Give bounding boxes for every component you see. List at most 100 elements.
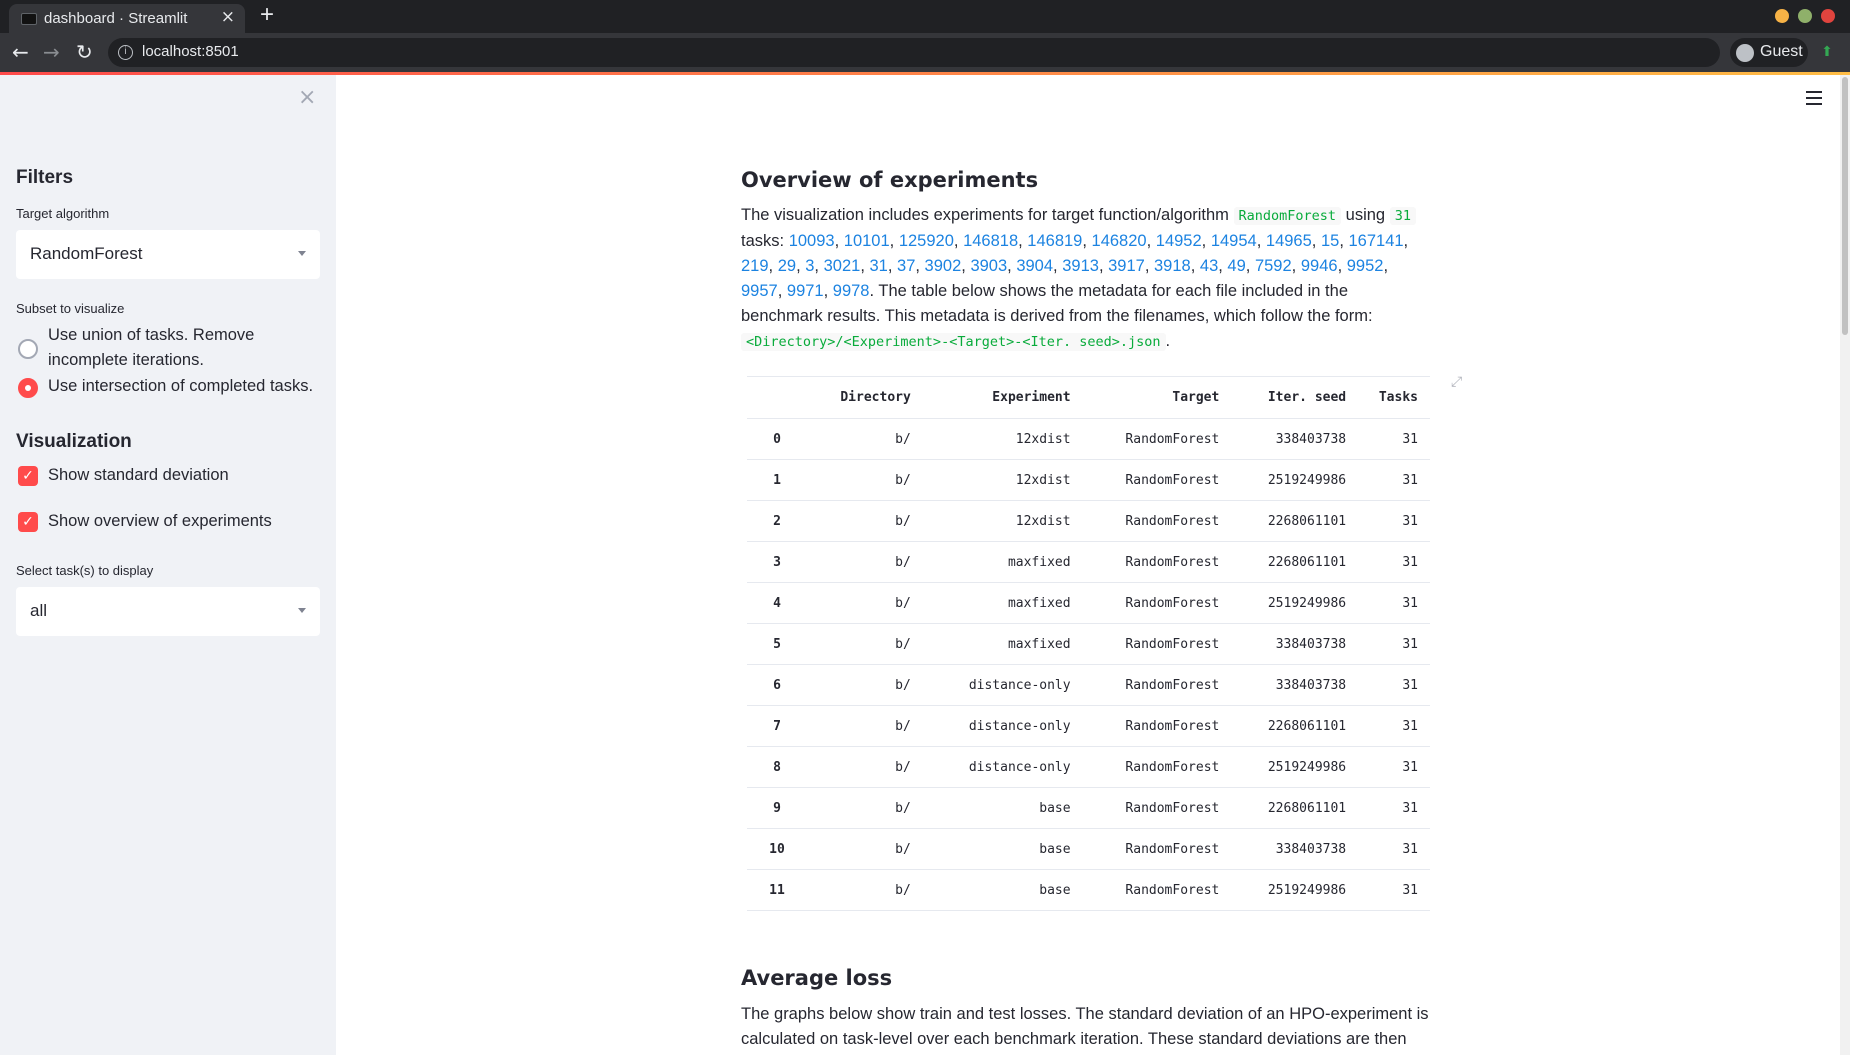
site-info-icon[interactable]: i xyxy=(118,45,133,60)
task-link[interactable]: 10093 xyxy=(789,232,835,250)
task-link[interactable]: 29 xyxy=(778,257,796,275)
radio-intersection-tasks[interactable] xyxy=(18,378,38,398)
maximize-window-button[interactable] xyxy=(1798,9,1812,23)
extension-update-icon[interactable]: ⬆ xyxy=(1818,43,1836,61)
task-link[interactable]: 37 xyxy=(897,257,915,275)
tasks-select[interactable]: all xyxy=(16,587,320,636)
task-link[interactable]: 9952 xyxy=(1347,257,1384,275)
table-cell: 338403738 xyxy=(1231,418,1359,460)
table-cell: b/ xyxy=(807,500,923,542)
table-cell: 31 xyxy=(1358,705,1430,747)
task-link[interactable]: 3903 xyxy=(970,257,1007,275)
browser-tab[interactable]: dashboard · Streamlit × xyxy=(9,4,245,33)
radio-union-tasks[interactable] xyxy=(18,339,38,359)
show-overview-label[interactable]: Show overview of experiments xyxy=(48,509,272,534)
task-link[interactable]: 125920 xyxy=(899,232,954,250)
table-cell: RandomForest xyxy=(1082,746,1232,788)
task-link[interactable]: 9978 xyxy=(833,282,870,300)
task-link[interactable]: 146819 xyxy=(1027,232,1082,250)
fullscreen-icon[interactable]: ⤢ xyxy=(1451,374,1467,390)
url-text[interactable]: localhost:8501 xyxy=(142,43,239,60)
new-tab-button[interactable]: + xyxy=(260,1,274,29)
table-cell: maxfixed xyxy=(922,541,1083,583)
table-cell: RandomForest xyxy=(1082,459,1232,501)
browser-tab-bar: dashboard · Streamlit × + xyxy=(0,0,1850,33)
task-link[interactable]: 3021 xyxy=(824,257,861,275)
table-cell: RandomForest xyxy=(1082,418,1232,460)
task-link[interactable]: 15 xyxy=(1321,232,1339,250)
intro-text: The visualization includes experiments f… xyxy=(741,206,1229,224)
task-link[interactable]: 9971 xyxy=(787,282,824,300)
column-header[interactable]: Target xyxy=(1082,376,1232,419)
radio-intersection-tasks-label[interactable]: Use intersection of completed tasks. xyxy=(48,374,328,399)
task-link[interactable]: 7592 xyxy=(1255,257,1292,275)
tab-close-icon[interactable]: × xyxy=(221,7,235,27)
task-link[interactable]: 219 xyxy=(741,257,769,275)
column-header[interactable]: Experiment xyxy=(922,376,1083,419)
table-row: 4 b/maxfixed RandomForest 2519249986 31 xyxy=(747,582,1430,624)
browser-toolbar: ← → ↻ i localhost:8501 Guest ⬆ xyxy=(0,33,1850,72)
row-index: 9 xyxy=(747,787,807,829)
close-window-button[interactable] xyxy=(1821,9,1835,23)
profile-button[interactable]: Guest xyxy=(1730,38,1808,67)
address-bar[interactable]: i localhost:8501 xyxy=(108,38,1720,67)
main-menu-icon[interactable] xyxy=(1806,91,1822,105)
task-link[interactable]: 49 xyxy=(1227,257,1245,275)
show-std-label[interactable]: Show standard deviation xyxy=(48,463,229,488)
back-arrow-icon[interactable]: ← xyxy=(12,40,29,64)
table-cell: maxfixed xyxy=(922,582,1083,624)
table-cell: 2268061101 xyxy=(1231,705,1359,747)
table-row: 6 b/distance-only RandomForest 338403738 31 xyxy=(747,664,1430,706)
row-index: 11 xyxy=(747,869,807,911)
table-cell: 12xdist xyxy=(922,459,1083,501)
radio-union-tasks-label[interactable]: Use union of tasks. Remove incomplete it… xyxy=(48,323,318,373)
table-row: 10 b/base RandomForest 338403738 31 xyxy=(747,828,1430,870)
task-link[interactable]: 3917 xyxy=(1108,257,1145,275)
table-cell: base xyxy=(922,828,1083,870)
table-row: 7 b/distance-only RandomForest 2268061101 31 xyxy=(747,705,1430,747)
row-index: 8 xyxy=(747,746,807,788)
page-scrollbar[interactable] xyxy=(1840,75,1850,1055)
task-link[interactable]: 31 xyxy=(869,257,887,275)
target-algorithm-select[interactable]: RandomForest xyxy=(16,230,320,279)
task-link[interactable]: 9957 xyxy=(741,282,778,300)
average-loss-heading: Average loss xyxy=(741,966,893,990)
reload-icon[interactable]: ↻ xyxy=(76,40,93,64)
table-cell: distance-only xyxy=(922,705,1083,747)
table-cell: 2268061101 xyxy=(1231,541,1359,583)
table-cell: b/ xyxy=(807,541,923,583)
task-link[interactable]: 3918 xyxy=(1154,257,1191,275)
task-link[interactable]: 3913 xyxy=(1062,257,1099,275)
column-header[interactable] xyxy=(747,376,807,419)
task-link[interactable]: 167141 xyxy=(1348,232,1403,250)
table-cell: 2519249986 xyxy=(1231,746,1359,788)
task-link[interactable]: 9946 xyxy=(1301,257,1338,275)
scrollbar-thumb[interactable] xyxy=(1842,77,1848,335)
sidebar-close-icon[interactable]: × xyxy=(298,85,316,110)
task-link[interactable]: 146818 xyxy=(963,232,1018,250)
task-link[interactable]: 14954 xyxy=(1211,232,1257,250)
task-link[interactable]: 14965 xyxy=(1266,232,1312,250)
task-link[interactable]: 146820 xyxy=(1092,232,1147,250)
table-cell: 338403738 xyxy=(1231,664,1359,706)
show-std-checkbox[interactable]: ✓ xyxy=(18,466,38,486)
task-link[interactable]: 3904 xyxy=(1016,257,1053,275)
table-cell: RandomForest xyxy=(1082,582,1232,624)
task-link[interactable]: 3 xyxy=(805,257,814,275)
show-overview-checkbox[interactable]: ✓ xyxy=(18,512,38,532)
task-link[interactable]: 10101 xyxy=(844,232,890,250)
task-link[interactable]: 14952 xyxy=(1156,232,1202,250)
table-row: 9 b/base RandomForest 2268061101 31 xyxy=(747,787,1430,829)
task-link[interactable]: 3902 xyxy=(925,257,962,275)
task-link[interactable]: 43 xyxy=(1200,257,1218,275)
table-cell: RandomForest xyxy=(1082,664,1232,706)
forward-arrow-icon[interactable]: → xyxy=(43,40,60,64)
column-header[interactable]: Directory xyxy=(807,376,923,419)
minimize-window-button[interactable] xyxy=(1775,9,1789,23)
column-header[interactable]: Iter. seed xyxy=(1231,376,1359,419)
table-cell: 2519249986 xyxy=(1231,582,1359,624)
table-cell: 31 xyxy=(1358,787,1430,829)
column-header[interactable]: Tasks xyxy=(1358,376,1430,419)
tasks-text: tasks: xyxy=(741,232,785,250)
table-cell: RandomForest xyxy=(1082,623,1232,665)
